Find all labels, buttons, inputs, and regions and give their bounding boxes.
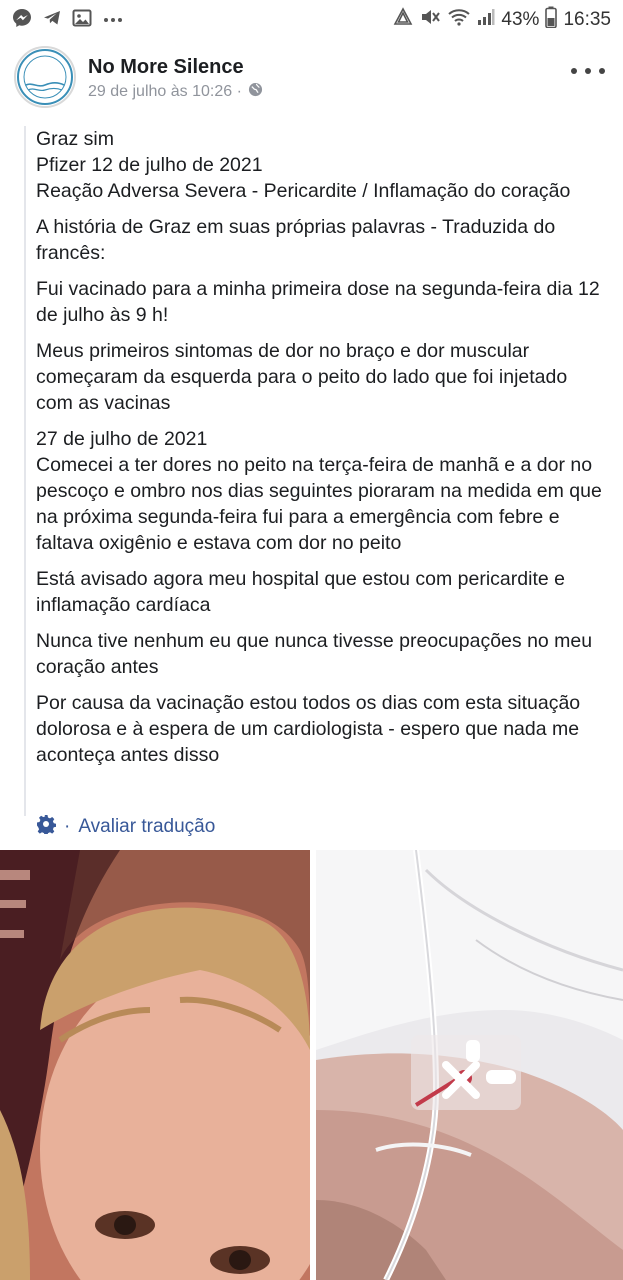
post-text: Graz sim Pfizer 12 de julho de 2021 Reaç… bbox=[36, 126, 606, 778]
post-header: No More Silence 29 de julho às 10:26 · bbox=[0, 44, 623, 114]
clock: 16:35 bbox=[563, 9, 611, 30]
mute-icon bbox=[419, 7, 441, 33]
more-dots-icon bbox=[102, 8, 124, 33]
iv-arm-image bbox=[316, 850, 623, 1280]
wifi-icon bbox=[447, 7, 471, 33]
rate-translation-link[interactable]: Avaliar tradução bbox=[78, 816, 215, 838]
more-dot-icon bbox=[585, 68, 591, 74]
post-paragraph: Está avisado agora meu hospital que esto… bbox=[36, 568, 565, 616]
signal-icon bbox=[477, 7, 495, 33]
more-dot-icon bbox=[599, 68, 605, 74]
messenger-icon bbox=[12, 8, 32, 33]
post-timestamp[interactable]: 29 de julho às 10:26 · bbox=[88, 83, 242, 101]
post-meta: 29 de julho às 10:26 · bbox=[88, 82, 263, 102]
translate-separator: · bbox=[64, 816, 71, 837]
gear-icon[interactable] bbox=[36, 814, 57, 840]
post-paragraph: Graz sim Pfizer 12 de julho de 2021 Reaç… bbox=[36, 128, 571, 202]
post-paragraph: Meus primeiros sintomas de dor no braço … bbox=[36, 340, 568, 414]
more-options-button[interactable] bbox=[571, 58, 605, 84]
status-bar-system: 43% 16:35 bbox=[393, 6, 611, 34]
more-dot-icon bbox=[571, 68, 577, 74]
telegram-icon bbox=[42, 8, 62, 33]
post-paragraph: Nunca tive nenhum eu que nunca tivesse p… bbox=[36, 630, 593, 678]
page-name[interactable]: No More Silence bbox=[88, 56, 244, 79]
status-bar-notifications bbox=[12, 8, 124, 33]
gallery-icon bbox=[72, 8, 92, 33]
post-paragraph: Por causa da vacinação estou todos os di… bbox=[36, 692, 581, 766]
page-logo bbox=[17, 49, 73, 105]
post-paragraph: Fui vacinado para a minha primeira dose … bbox=[36, 278, 600, 326]
post-paragraph: 27 de julho de 2021 Comecei a ter dores … bbox=[36, 428, 602, 554]
translation-accent-line bbox=[24, 126, 26, 816]
translation-rating: · Avaliar tradução bbox=[36, 814, 215, 840]
status-bar: 43% 16:35 bbox=[0, 0, 623, 38]
avatar[interactable] bbox=[14, 46, 76, 108]
selfie-image bbox=[0, 850, 310, 1280]
battery-icon bbox=[545, 6, 558, 34]
post-photos bbox=[0, 850, 623, 1280]
photo-selfie[interactable] bbox=[0, 850, 310, 1280]
post-paragraph: A história de Graz em suas próprias pala… bbox=[36, 216, 556, 264]
globe-icon bbox=[248, 82, 263, 102]
photo-iv-arm[interactable] bbox=[316, 850, 623, 1280]
nfc-icon bbox=[393, 7, 413, 33]
battery-percentage: 43% bbox=[501, 9, 540, 30]
